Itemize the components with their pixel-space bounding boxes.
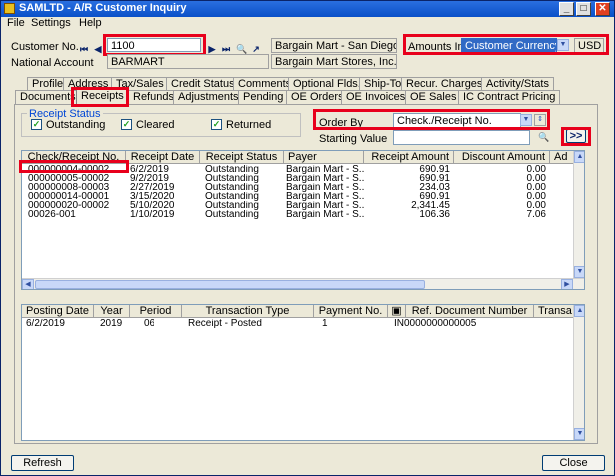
col-additional[interactable]: Ad <box>550 151 574 164</box>
highlight-first-receipt <box>19 160 129 173</box>
tab-activity-stats[interactable]: Activity/Stats <box>481 77 554 91</box>
col-transaction-amount[interactable]: Transa <box>534 305 574 318</box>
window-title: SAMLTD - A/R Customer Inquiry <box>19 2 187 14</box>
close-window-button[interactable]: ✕ <box>595 2 610 16</box>
tab-oe-orders[interactable]: OE Orders <box>286 90 349 104</box>
customer-no-label: Customer No. <box>11 41 79 53</box>
tab-oe-sales[interactable]: OE Sales <box>405 90 462 104</box>
close-button[interactable]: Close <box>542 455 605 471</box>
col-period[interactable]: Period <box>130 305 182 318</box>
cell-posting-date: 6/2/2019 <box>26 319 65 329</box>
scroll-down-icon[interactable]: ▼ <box>574 428 584 440</box>
outstanding-checkbox[interactable]: ✓ <box>31 119 42 130</box>
table-row[interactable]: 00026-001 1/10/2019 Outstanding Bargain … <box>22 210 574 220</box>
last-record-icon[interactable]: ⏭ <box>221 44 231 54</box>
tab-pending[interactable]: Pending <box>238 90 289 104</box>
menu-bar: File Settings Help <box>1 17 614 31</box>
customer-name-field: Bargain Mart - San Diego <box>271 38 397 53</box>
col-receipt-date[interactable]: Receipt Date <box>126 151 200 164</box>
app-icon <box>4 3 15 14</box>
cell-receipt-status: Outstanding <box>205 210 259 220</box>
col-year[interactable]: Year <box>94 305 130 318</box>
refresh-button[interactable]: Refresh <box>11 455 74 471</box>
col-payer[interactable]: Payer <box>284 151 364 164</box>
tab-optional-fields[interactable]: Optional Flds. <box>288 77 366 91</box>
national-account-field: BARMART <box>107 54 269 69</box>
customer-inquiry-window: SAMLTD - A/R Customer Inquiry _ □ ✕ File… <box>0 0 615 476</box>
receipts-vertical-scrollbar[interactable]: ▲ ▼ <box>573 151 584 279</box>
cell-payment-no: 1 <box>322 319 328 329</box>
finder-search-icon[interactable]: 🔍 <box>236 44 247 54</box>
scroll-down-icon[interactable]: ▼ <box>574 266 584 278</box>
highlight-customer-number <box>103 34 206 56</box>
cell-receipt-amount: 106.36 <box>419 210 450 220</box>
starting-value-search-icon[interactable]: 🔍 <box>538 132 549 142</box>
col-transaction-type[interactable]: Transaction Type <box>182 305 314 318</box>
cell-period: 06 <box>144 319 154 329</box>
zoom-icon[interactable]: ↗ <box>251 44 261 54</box>
cell-receipt-date: 1/10/2019 <box>130 210 175 220</box>
receipts-horizontal-scrollbar[interactable]: ◀ ▶ <box>22 278 584 289</box>
tab-recurring-charges[interactable]: Recur. Charges <box>401 77 488 91</box>
tab-oe-invoices[interactable]: OE Invoices <box>341 90 411 104</box>
transactions-vertical-scrollbar[interactable]: ▲ ▼ <box>573 305 584 440</box>
national-account-name-field: Bargain Mart Stores, Inc. <box>271 54 397 69</box>
minimize-button[interactable]: _ <box>559 2 574 16</box>
scroll-left-icon[interactable]: ◀ <box>22 279 34 289</box>
col-discount-amount[interactable]: Discount Amount <box>454 151 550 164</box>
returned-label: Returned <box>226 119 272 131</box>
first-record-icon[interactable]: ⏮ <box>79 44 89 54</box>
tab-credit-status[interactable]: Credit Status <box>166 77 240 91</box>
menu-file[interactable]: File <box>7 17 25 29</box>
col-posting-date[interactable]: Posting Date <box>22 305 94 318</box>
starting-value-label: Starting Value <box>319 133 388 145</box>
menu-settings[interactable]: Settings <box>31 17 71 29</box>
highlight-amounts-in <box>403 34 609 55</box>
starting-value-field[interactable] <box>393 130 530 145</box>
drilldown-icon: ▣ <box>391 305 402 317</box>
col-receipt-amount[interactable]: Receipt Amount <box>364 151 454 164</box>
cell-transaction-type: Receipt - Posted <box>188 319 262 329</box>
tab-refunds[interactable]: Refunds <box>128 90 179 104</box>
scroll-up-icon[interactable]: ▲ <box>574 305 584 317</box>
cell-receipt-no: 00026-001 <box>28 210 76 220</box>
returned-checkbox[interactable]: ✓ <box>211 119 222 130</box>
table-row[interactable]: 6/2/2019 2019 06 Receipt - Posted 1 IN00… <box>22 319 574 330</box>
cell-payer: Bargain Mart - S... <box>286 210 364 220</box>
transactions-grid[interactable]: Posting Date Year Period Transaction Typ… <box>21 304 585 441</box>
title-bar: SAMLTD - A/R Customer Inquiry _ □ ✕ <box>1 1 614 17</box>
tab-profile[interactable]: Profile <box>27 77 69 91</box>
cleared-checkbox[interactable]: ✓ <box>121 119 132 130</box>
menu-help[interactable]: Help <box>79 17 102 29</box>
tab-ship-to[interactable]: Ship-To <box>359 77 407 91</box>
tab-comments[interactable]: Comments <box>233 77 297 91</box>
cell-discount-amount: 7.06 <box>526 210 546 220</box>
col-ref-document-number[interactable]: Ref. Document Number <box>406 305 534 318</box>
tab-adjustments[interactable]: Adjustments <box>173 90 244 104</box>
tab-ic-contract-pricing[interactable]: IC Contract Pricing <box>458 90 561 104</box>
maximize-button[interactable]: □ <box>576 2 591 16</box>
cell-ref-document-number: IN0000000000005 <box>394 319 477 329</box>
next-record-icon[interactable]: ▶ <box>207 44 217 54</box>
col-payment-no[interactable]: Payment No. <box>314 305 388 318</box>
national-account-label: National Account <box>11 57 94 69</box>
col-drilldown[interactable]: ▣ <box>388 305 406 318</box>
cell-year: 2019 <box>100 319 123 329</box>
highlight-go-button <box>561 127 591 146</box>
highlight-order-by <box>313 109 550 130</box>
cleared-label: Cleared <box>136 119 175 131</box>
scroll-up-icon[interactable]: ▲ <box>574 151 584 163</box>
outstanding-label: Outstanding <box>46 119 106 131</box>
scroll-right-icon[interactable]: ▶ <box>561 279 573 289</box>
col-receipt-status[interactable]: Receipt Status <box>200 151 284 164</box>
highlight-receipts-tab <box>71 87 129 107</box>
horizontal-scroll-thumb[interactable] <box>35 280 425 289</box>
previous-record-icon[interactable]: ◀ <box>93 44 103 54</box>
